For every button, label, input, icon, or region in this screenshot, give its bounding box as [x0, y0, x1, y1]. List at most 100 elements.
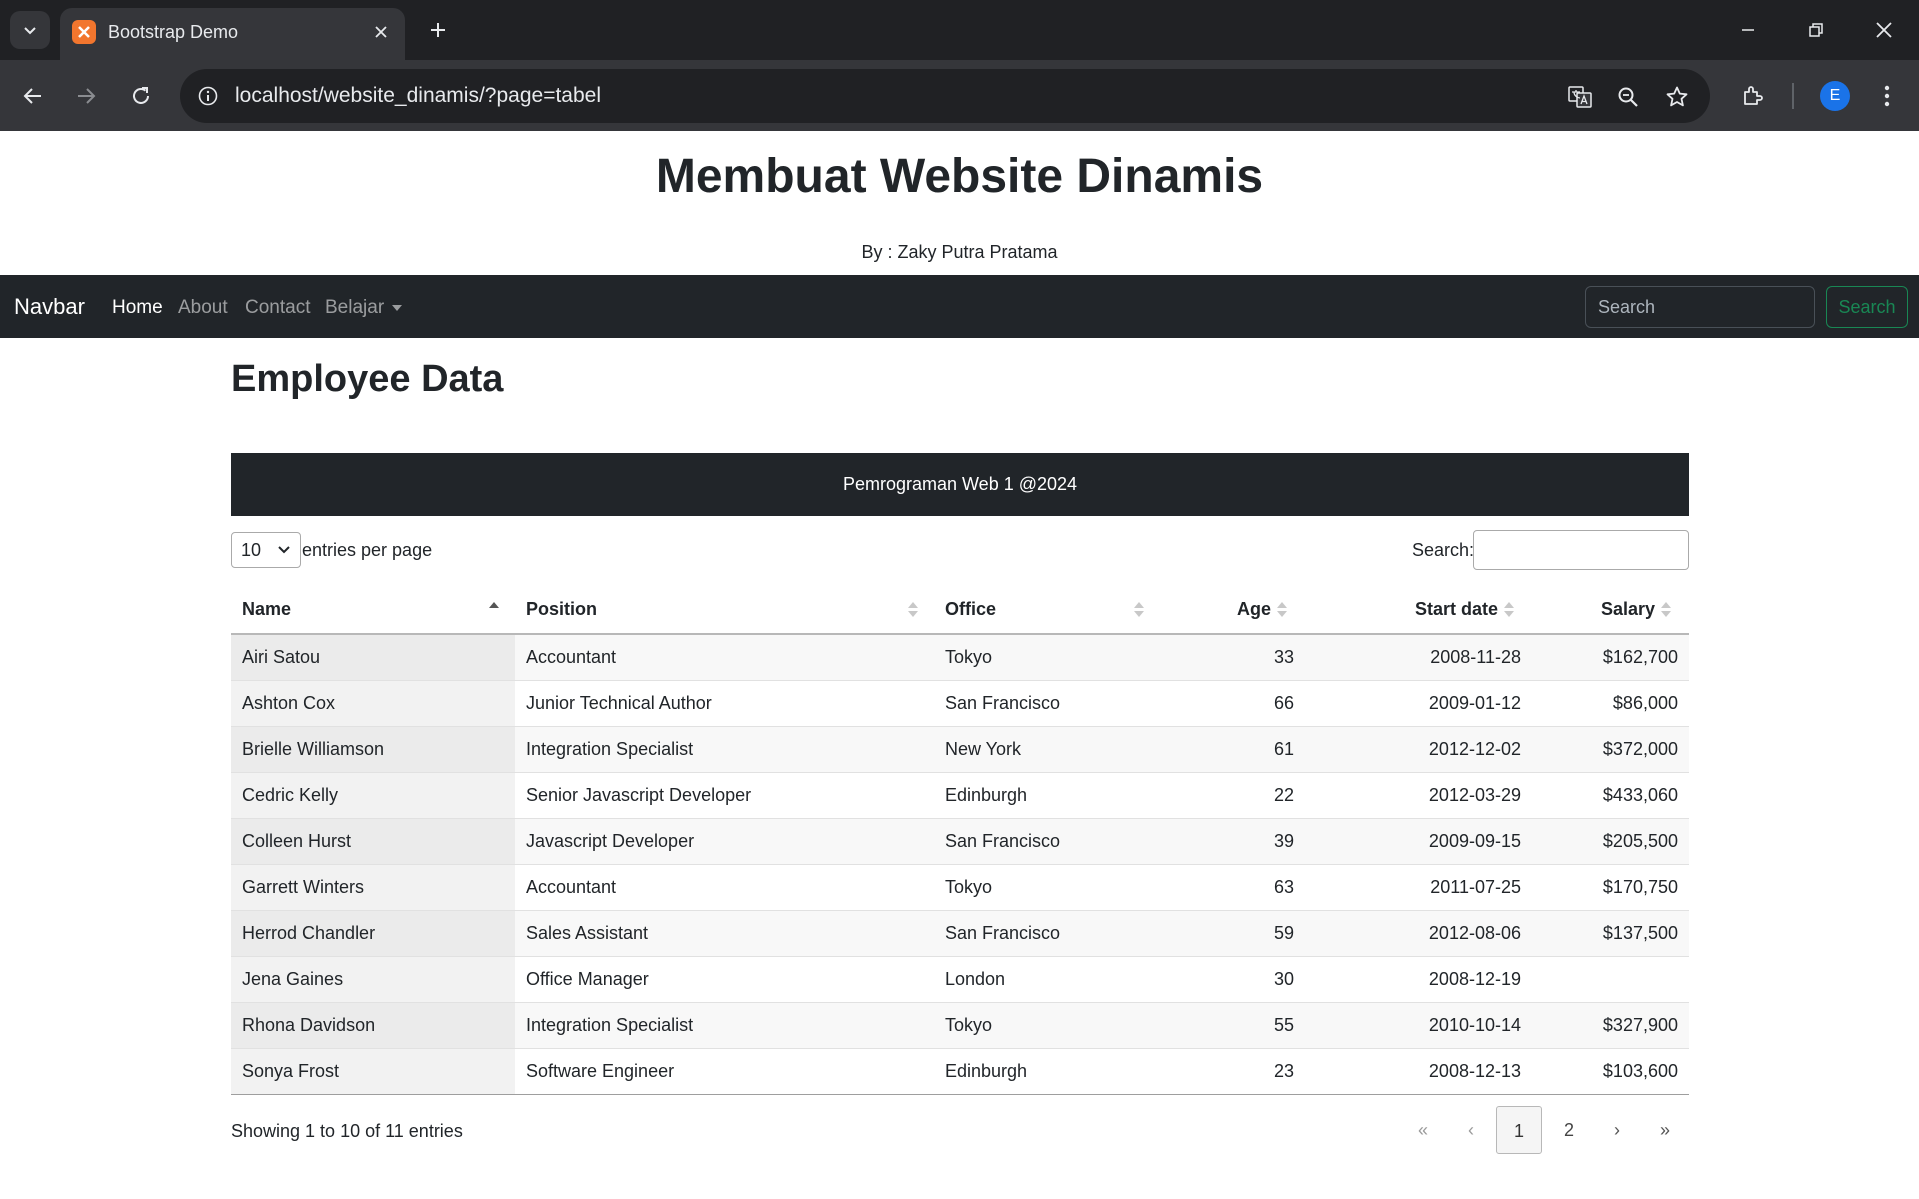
cell-position: Office Manager: [515, 956, 934, 1003]
column-header-start-date[interactable]: Start date: [1305, 585, 1532, 635]
cell-start-date: 2012-12-02: [1305, 726, 1532, 773]
cell-office: New York: [934, 726, 1160, 773]
close-window-button[interactable]: [1862, 10, 1906, 50]
column-header-salary-label: Salary: [1600, 598, 1655, 619]
cell-office: Edinburgh: [934, 1048, 1160, 1095]
entries-per-page-value: 10: [241, 540, 262, 560]
site-info-icon[interactable]: [194, 82, 222, 110]
table-search-input[interactable]: [1473, 530, 1689, 570]
cell-name: Jena Gaines: [231, 956, 515, 1003]
nav-dropdown-belajar[interactable]: Belajar: [325, 296, 403, 320]
column-header-position[interactable]: Position: [515, 585, 934, 635]
browser-tab[interactable]: Bootstrap Demo: [60, 8, 405, 60]
arrow-left-icon: [23, 88, 41, 104]
cell-office: London: [934, 956, 1160, 1003]
reload-button[interactable]: [121, 76, 161, 116]
cell-position: Junior Technical Author: [515, 680, 934, 727]
table-row: Herrod Chandler Sales Assistant San Franci…: [231, 910, 1689, 957]
bookmark-star-icon[interactable]: [1662, 82, 1692, 112]
cell-office: Tokyo: [934, 1002, 1160, 1049]
cell-position: Sales Assistant: [515, 910, 934, 957]
pagination-previous[interactable]: ‹: [1448, 1106, 1494, 1154]
xampp-favicon-icon: [72, 20, 96, 44]
entries-per-page-select[interactable]: 10: [231, 532, 301, 568]
nav-link-home[interactable]: Home: [112, 296, 163, 320]
caret-down-icon: [392, 304, 403, 311]
cell-start-date: 2009-01-12: [1305, 680, 1532, 727]
sort-icon: [1661, 602, 1671, 618]
column-header-age-label: Age: [1236, 598, 1271, 619]
table-row: Garrett Winters Accountant Tokyo 63 2011-07-…: [231, 864, 1689, 911]
cell-position: Software Engineer: [515, 1048, 934, 1095]
page-header-subtitle: By : Zaky Putra Pratama: [861, 242, 1058, 262]
table-row: Cedric Kelly Senior Javascript Developer E…: [231, 772, 1689, 819]
cell-age: 33: [1160, 634, 1305, 681]
table-row: Sonya Frost Software Engineer Edinburgh 23 2…: [231, 1048, 1689, 1095]
cell-salary: [1532, 956, 1689, 1003]
pagination-page-1[interactable]: 1: [1496, 1106, 1542, 1154]
restore-icon: [1809, 23, 1823, 37]
cell-start-date: 2010-10-14: [1305, 1002, 1532, 1049]
column-header-office-label: Office: [945, 598, 997, 619]
pagination-last[interactable]: »: [1642, 1106, 1688, 1154]
cell-start-date: 2012-08-06: [1305, 910, 1532, 957]
url-text[interactable]: localhost/website_dinamis/?page=tabel: [235, 83, 601, 109]
tab-search-button[interactable]: [10, 11, 50, 49]
cell-position: Senior Javascript Developer: [515, 772, 934, 819]
cell-salary: $137,500: [1532, 910, 1689, 957]
navbar-brand[interactable]: Navbar: [14, 293, 85, 321]
cell-salary: $205,500: [1532, 818, 1689, 865]
back-button[interactable]: [13, 76, 53, 116]
column-header-office[interactable]: Office: [934, 585, 1160, 635]
forward-button[interactable]: [66, 76, 106, 116]
browser-tab-strip: Bootstrap Demo: [0, 0, 1919, 60]
cell-start-date: 2009-09-15: [1305, 818, 1532, 865]
nav-link-about[interactable]: About: [178, 296, 228, 320]
extensions-icon[interactable]: [1733, 76, 1773, 116]
table-row: Ashton Cox Junior Technical Author San Fra…: [231, 680, 1689, 727]
profile-avatar[interactable]: E: [1820, 81, 1850, 111]
new-tab-button[interactable]: [420, 14, 456, 46]
column-header-start-date-label: Start date: [1414, 598, 1498, 619]
cell-age: 39: [1160, 818, 1305, 865]
navbar-search-input[interactable]: Search: [1585, 286, 1815, 328]
pagination-page-2[interactable]: 2: [1546, 1106, 1592, 1154]
nav-link-contact[interactable]: Contact: [245, 296, 310, 320]
cell-age: 30: [1160, 956, 1305, 1003]
cell-name: Airi Satou: [231, 634, 515, 681]
table-info: Showing 1 to 10 of 11 entries: [231, 1121, 463, 1141]
column-header-name[interactable]: Name: [231, 585, 515, 635]
pagination-first[interactable]: «: [1400, 1106, 1446, 1154]
column-header-age[interactable]: Age: [1160, 585, 1305, 635]
zoom-icon[interactable]: [1613, 82, 1643, 112]
cell-position: Accountant: [515, 864, 934, 911]
close-tab-icon[interactable]: [371, 22, 391, 42]
cell-salary: $103,600: [1532, 1048, 1689, 1095]
sort-icon: [1504, 602, 1514, 618]
cell-salary: $162,700: [1532, 634, 1689, 681]
column-header-salary[interactable]: Salary: [1532, 585, 1689, 635]
cell-office: Tokyo: [934, 634, 1160, 681]
cell-salary: $170,750: [1532, 864, 1689, 911]
arrow-right-icon: [78, 88, 96, 104]
more-menu-icon[interactable]: [1867, 76, 1907, 116]
cell-start-date: 2008-12-13: [1305, 1048, 1532, 1095]
pagination-next[interactable]: ›: [1594, 1106, 1640, 1154]
cell-name: Garrett Winters: [231, 864, 515, 911]
restore-button[interactable]: [1794, 10, 1838, 50]
chevron-down-icon: [24, 27, 36, 35]
toolbar-divider: [1792, 83, 1794, 109]
cell-start-date: 2008-12-19: [1305, 956, 1532, 1003]
close-icon: [1876, 22, 1892, 38]
translate-icon[interactable]: [1565, 82, 1595, 112]
cell-position: Integration Specialist: [515, 1002, 934, 1049]
employee-table: Name Position Office Age Start date Sala…: [231, 585, 1689, 1095]
sort-ascending-icon: [489, 602, 499, 618]
minimize-button[interactable]: [1726, 10, 1770, 50]
sort-icon: [1134, 602, 1144, 618]
cell-office: San Francisco: [934, 818, 1160, 865]
cell-salary: $327,900: [1532, 1002, 1689, 1049]
address-bar[interactable]: localhost/website_dinamis/?page=tabel: [180, 69, 1710, 123]
navbar-search-button[interactable]: Search: [1826, 286, 1908, 328]
cell-age: 63: [1160, 864, 1305, 911]
